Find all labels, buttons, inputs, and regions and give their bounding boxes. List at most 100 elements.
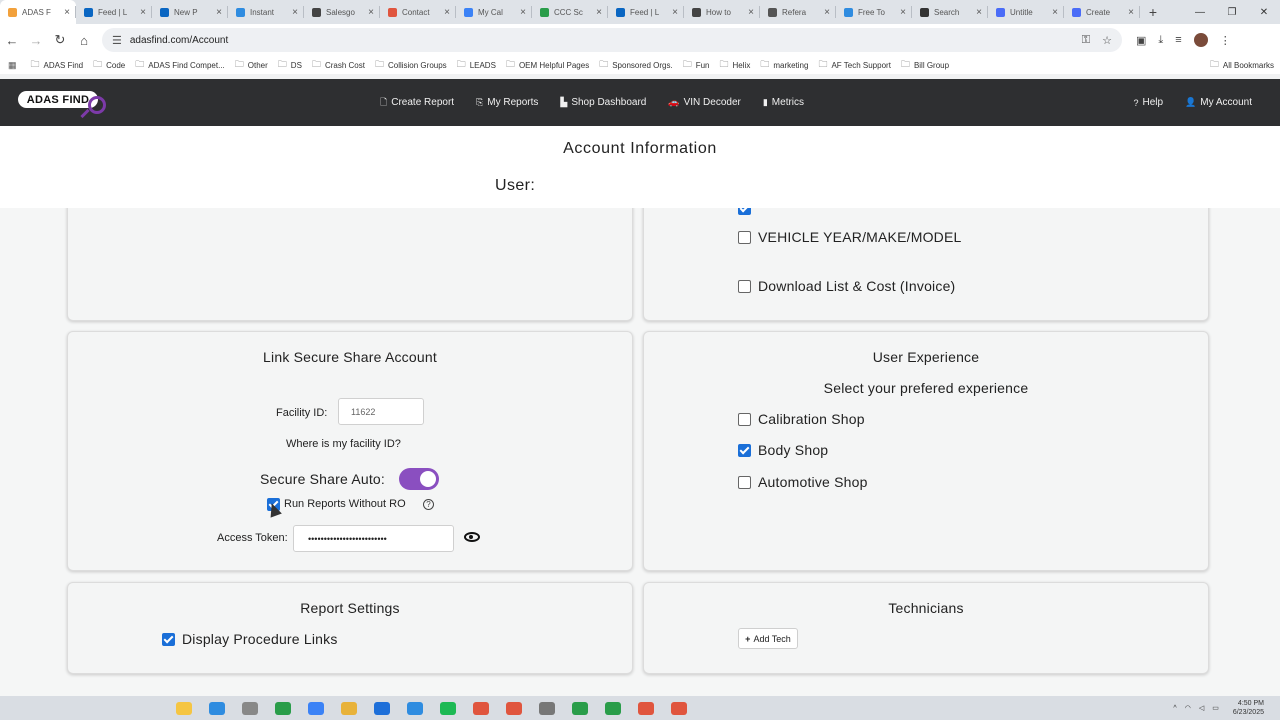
nav-metrics[interactable]: ▮ Metrics	[763, 97, 804, 108]
tab-close-icon[interactable]: ×	[976, 7, 982, 18]
browser-tab[interactable]: Refera ×	[760, 0, 836, 24]
bookmark-item[interactable]: 🗀 Bill Group	[901, 57, 949, 73]
tab-close-icon[interactable]: ×	[292, 7, 298, 18]
menu-kebab-icon[interactable]: ⋮	[1220, 34, 1231, 47]
bookmark-item[interactable]: 🗀 ADAS Find Compet...	[135, 57, 225, 73]
browser-tab[interactable]: Search ×	[912, 0, 988, 24]
browser-tab[interactable]: Instant ×	[228, 0, 304, 24]
bookmark-item[interactable]: 🗀 Fun	[683, 57, 710, 73]
access-token-input[interactable]: •••••••••••••••••••••••••	[293, 525, 454, 552]
nav-vin-decoder[interactable]: 🚗 VIN Decoder	[668, 97, 740, 108]
browser-tab[interactable]: My Cal ×	[456, 0, 532, 24]
taskbar-app-icon[interactable]	[176, 701, 192, 715]
bookmark-item[interactable]: 🗀 Sponsored Orgs.	[599, 57, 673, 73]
taskbar-app-icon[interactable]	[242, 701, 258, 715]
taskbar-app-icon[interactable]	[374, 701, 390, 715]
forward-icon[interactable]: →	[24, 33, 48, 48]
tab-close-icon[interactable]: ×	[1052, 7, 1058, 18]
bookmark-star-icon[interactable]: ☆	[1102, 34, 1112, 47]
facility-id-input[interactable]: 11622	[338, 398, 424, 425]
reload-icon[interactable]: ↻	[48, 32, 72, 48]
bookmark-item[interactable]: 🗀 Helix	[720, 57, 751, 73]
browser-tab[interactable]: Free To ×	[836, 0, 912, 24]
browser-tab[interactable]: Feed | L ×	[608, 0, 684, 24]
tab-close-icon[interactable]: ×	[368, 7, 374, 18]
tab-close-icon[interactable]: ×	[64, 7, 70, 18]
extensions-icon[interactable]: ≡	[1175, 34, 1181, 46]
vehicle-ymm-checkbox[interactable]	[738, 231, 751, 244]
browser-tab[interactable]: How to ×	[684, 0, 760, 24]
taskbar-app-icon[interactable]	[209, 701, 225, 715]
tab-close-icon[interactable]: ×	[672, 7, 678, 18]
download-list-checkbox[interactable]	[738, 280, 751, 293]
bookmark-item[interactable]: 🗀 Crash Cost	[312, 57, 365, 73]
taskbar-app-icon[interactable]	[605, 701, 621, 715]
bookmark-item[interactable]: 🗀 Other	[235, 57, 268, 73]
browser-tab[interactable]: Untitle ×	[988, 0, 1064, 24]
site-info-icon[interactable]: ☰	[112, 34, 122, 47]
tab-close-icon[interactable]: ×	[216, 7, 222, 18]
taskbar-app-icon[interactable]	[473, 701, 489, 715]
taskbar-app-icon[interactable]	[407, 701, 423, 715]
bookmark-item[interactable]: 🗀 LEADS	[457, 57, 496, 73]
cast-icon[interactable]: ▣	[1136, 34, 1146, 47]
bookmark-item[interactable]: 🗀 ADAS Find	[31, 57, 84, 73]
taskbar-app-icon[interactable]	[671, 701, 687, 715]
new-tab-button[interactable]: +	[1140, 0, 1166, 24]
body-shop-checkbox[interactable]	[738, 444, 751, 457]
bookmark-item[interactable]: 🗀 marketing	[760, 57, 808, 73]
nav-create-report[interactable]: 🗋 Create Report	[380, 95, 454, 111]
taskbar-app-icon[interactable]	[638, 701, 654, 715]
all-bookmarks[interactable]: 🗀 All Bookmarks	[1210, 57, 1274, 73]
taskbar-app-icon[interactable]	[275, 701, 291, 715]
battery-icon[interactable]: ▭	[1212, 704, 1219, 712]
bookmark-item[interactable]: 🗀 Code	[93, 57, 125, 73]
tab-close-icon[interactable]: ×	[596, 7, 602, 18]
tab-close-icon[interactable]: ×	[1128, 7, 1134, 18]
nav-shop-dashboard[interactable]: ▙ Shop Dashboard	[560, 97, 646, 108]
tab-close-icon[interactable]: ×	[520, 7, 526, 18]
bookmark-item[interactable]: 🗀 AF Tech Support	[818, 57, 890, 73]
browser-tab[interactable]: Feed | L ×	[76, 0, 152, 24]
taskbar-app-icon[interactable]	[539, 701, 555, 715]
minimize-icon[interactable]: —	[1184, 7, 1216, 18]
bookmark-item[interactable]: 🗀 DS	[278, 57, 302, 73]
nav-help[interactable]: ? Help	[1133, 97, 1163, 108]
show-token-eye-icon[interactable]	[464, 532, 480, 542]
wifi-icon[interactable]: ◠	[1185, 704, 1191, 712]
automotive-shop-checkbox[interactable]	[738, 476, 751, 489]
home-icon[interactable]: ⌂	[72, 33, 96, 48]
adas-find-logo[interactable]: ADAS FIND	[18, 88, 106, 119]
display-procedure-links-checkbox[interactable]	[162, 633, 175, 646]
calibration-shop-checkbox[interactable]	[738, 413, 751, 426]
bookmark-item[interactable]: 🗀 OEM Helpful Pages	[506, 57, 589, 73]
facility-id-help-link[interactable]: Where is my facility ID?	[286, 438, 401, 450]
tab-close-icon[interactable]: ×	[824, 7, 830, 18]
browser-tab[interactable]: Contact ×	[380, 0, 456, 24]
tab-close-icon[interactable]: ×	[748, 7, 754, 18]
browser-tab[interactable]: ADAS F ×	[0, 0, 76, 24]
close-window-icon[interactable]: ✕	[1248, 7, 1280, 18]
taskbar-clock[interactable]: 4:50 PM 6/23/2025	[1233, 699, 1264, 717]
tab-close-icon[interactable]: ×	[900, 7, 906, 18]
taskbar-app-icon[interactable]	[440, 701, 456, 715]
profile-avatar[interactable]	[1193, 33, 1208, 47]
taskbar-app-icon[interactable]	[506, 701, 522, 715]
browser-tab[interactable]: Create ×	[1064, 0, 1140, 24]
browser-tab[interactable]: New P ×	[152, 0, 228, 24]
tab-close-icon[interactable]: ×	[444, 7, 450, 18]
back-icon[interactable]: ←	[0, 33, 24, 48]
download-icon[interactable]: ⤓	[1158, 34, 1163, 47]
add-tech-button[interactable]: + Add Tech	[738, 628, 798, 649]
maximize-icon[interactable]: ❐	[1216, 7, 1248, 18]
taskbar-app-icon[interactable]	[341, 701, 357, 715]
tray-chevron-icon[interactable]: ^	[1173, 705, 1176, 712]
password-key-icon[interactable]: ⚿	[1082, 34, 1090, 47]
address-bar[interactable]: ☰ adasfind.com/Account ⚿ ☆	[102, 28, 1122, 52]
taskbar-app-icon[interactable]	[572, 701, 588, 715]
browser-tab[interactable]: Salesgo ×	[304, 0, 380, 24]
browser-tab[interactable]: CCC Sc ×	[532, 0, 608, 24]
tab-close-icon[interactable]: ×	[140, 7, 146, 18]
secure-share-auto-toggle[interactable]	[399, 468, 439, 490]
taskbar-app-icon[interactable]	[308, 701, 324, 715]
